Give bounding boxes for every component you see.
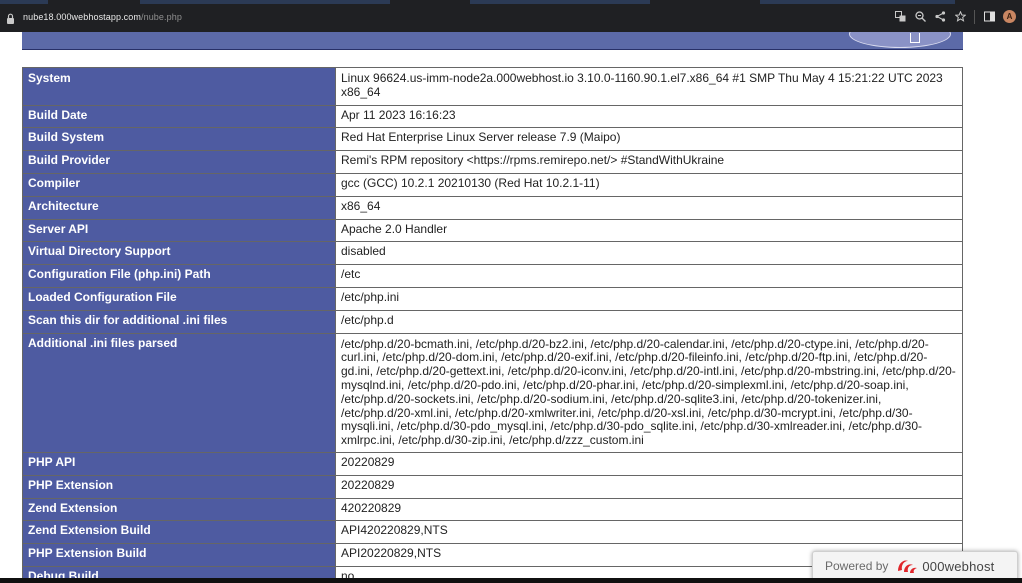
powered-by-badge[interactable]: Powered by 000webhost: [812, 551, 1018, 581]
toolbar-divider: [974, 9, 975, 24]
table-row: Scan this dir for additional .ini files /…: [22, 309, 963, 334]
row-value: gcc (GCC) 10.2.1 20210130 (Red Hat 10.2.…: [335, 172, 963, 197]
url-host: nube18.000webhostapp.com: [23, 11, 141, 22]
row-value: Linux 96624.us-imm-node2a.000webhost.io …: [335, 67, 963, 106]
row-key: Virtual Directory Support: [22, 241, 336, 266]
row-key: Architecture: [22, 195, 336, 220]
powered-by-brand: 000webhost: [922, 558, 995, 574]
address-bar[interactable]: nube18.000webhostapp.com/nube.php: [6, 7, 1022, 26]
row-key: System: [22, 67, 336, 106]
row-value: 20220829: [335, 451, 963, 476]
row-value: /etc/php.d/20-bcmath.ini, /etc/php.d/20-…: [335, 332, 963, 453]
php-header-banner: [22, 32, 963, 50]
php-info-table: System Linux 96624.us-imm-node2a.000webho…: [22, 67, 963, 583]
table-row: Additional .ini files parsed/etc/php.d/2…: [22, 332, 963, 453]
lock-icon[interactable]: [6, 11, 15, 24]
row-key: Build Date: [22, 104, 336, 129]
row-value: API420220829,NTS: [335, 520, 963, 545]
share-icon[interactable]: [934, 11, 946, 23]
tab-stub: [140, 0, 390, 4]
table-row: PHP API 20220829: [22, 451, 963, 476]
table-row: PHP Extension 20220829: [22, 474, 963, 499]
row-key: Scan this dir for additional .ini files: [22, 309, 336, 334]
zoom-icon[interactable]: [914, 11, 926, 23]
url-text[interactable]: nube18.000webhostapp.com/nube.php: [23, 12, 182, 22]
powered-by-label: Powered by: [825, 559, 889, 573]
row-value: 420220829: [335, 497, 963, 522]
row-value: Apache 2.0 Handler: [335, 218, 963, 243]
row-value: x86_64: [335, 195, 963, 220]
tab-stub: [0, 0, 48, 4]
row-key: PHP API: [22, 451, 336, 476]
table-row: Server API Apache 2.0 Handler: [22, 218, 963, 243]
row-value: 20220829: [335, 474, 963, 499]
translate-icon[interactable]: [894, 11, 906, 23]
row-key: Server API: [22, 218, 336, 243]
table-row: Zend Extension Build API420220829,NTS: [22, 520, 963, 545]
000webhost-logo-icon: [896, 557, 918, 575]
row-value: /etc/php.d: [335, 309, 963, 334]
row-value: Red Hat Enterprise Linux Server release …: [335, 127, 963, 152]
row-value: /etc/php.ini: [335, 286, 963, 311]
table-row: Zend Extension 420220829: [22, 497, 963, 522]
row-key: PHP Extension Build: [22, 543, 336, 567]
table-row: Loaded Configuration File/etc/php.ini: [22, 286, 963, 311]
row-key: Build System: [22, 127, 336, 152]
toolbar-icons: A: [894, 8, 1016, 25]
bottom-edge: [0, 578, 1022, 583]
url-path: /nube.php: [141, 11, 182, 22]
table-row: Build Date Apr 11 2023 16:16:23: [22, 104, 963, 129]
table-row: Configuration File (php.ini) Path/etc: [22, 264, 963, 288]
row-key: Build Provider: [22, 150, 336, 174]
row-key: Loaded Configuration File: [22, 286, 336, 311]
page-viewport: System Linux 96624.us-imm-node2a.000webho…: [0, 32, 1022, 583]
row-value: Apr 11 2023 16:16:23: [335, 104, 963, 129]
php-logo: [849, 32, 951, 48]
row-value: /etc: [335, 264, 963, 288]
browser-toolbar: nube18.000webhostapp.com/nube.php A: [0, 0, 1022, 32]
row-key: Zend Extension: [22, 497, 336, 522]
row-key: Additional .ini files parsed: [22, 332, 336, 453]
table-row: Build System Red Hat Enterprise Linux Ser…: [22, 127, 963, 152]
row-key: Configuration File (php.ini) Path: [22, 264, 336, 288]
tab-stub: [760, 0, 955, 4]
table-row: System Linux 96624.us-imm-node2a.000webho…: [22, 67, 963, 106]
tab-stub: [470, 0, 650, 4]
row-key: Zend Extension Build: [22, 520, 336, 545]
row-value: Remi's RPM repository <https://rpms.remi…: [335, 150, 963, 174]
row-key: Compiler: [22, 172, 336, 197]
table-row: Virtual Directory Support disabled: [22, 241, 963, 266]
row-value: disabled: [335, 241, 963, 266]
table-row: Build Provider Remi's RPM repository <htt…: [22, 150, 963, 174]
side-panel-icon[interactable]: [983, 11, 995, 23]
row-key: PHP Extension: [22, 474, 336, 499]
profile-avatar[interactable]: A: [1003, 10, 1016, 23]
table-row: Architecture x86_64: [22, 195, 963, 220]
table-row: Compiler gcc (GCC) 10.2.1 20210130 (Red H…: [22, 172, 963, 197]
bookmark-star-icon[interactable]: [954, 11, 966, 23]
